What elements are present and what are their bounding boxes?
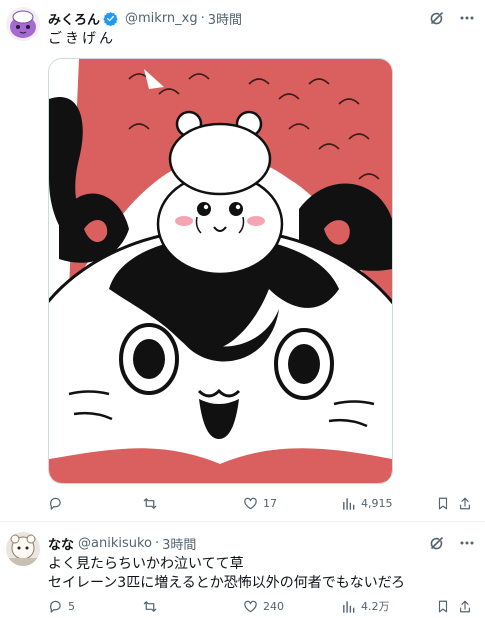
more-icon[interactable] [459,535,475,551]
tweet-image[interactable] [48,58,393,484]
like-icon [244,600,257,612]
tweet[interactable]: みくろん @mikrn_xg · 3時間 ごきげん 17 4,915 [0,0,485,521]
tweet-text-line: セイレーン3匹に増えるとか恐怖以外の何者でもないだろ [48,575,405,591]
views-button[interactable]: 4,915 [341,493,393,513]
reply-icon [50,600,61,613]
share-icon [460,497,470,509]
repost-button[interactable] [142,596,163,616]
bookmark-icon [438,497,448,509]
like-count: 17 [263,496,277,510]
tweet-header: なな @anikisuko · 3時間 [48,534,196,553]
action-bar: 5 240 4.2万 [48,596,470,616]
share-icon [460,600,470,612]
like-button[interactable]: 17 [243,493,277,513]
avatar[interactable] [6,7,40,41]
like-count: 240 [263,599,284,613]
action-bar: 17 4,915 [48,493,470,513]
tweet[interactable]: なな @anikisuko · 3時間 よく見たらちいかわ泣いてて草 セイレーン… [0,521,485,618]
view-count: 4.2万 [361,600,390,613]
reply-count: 5 [68,599,75,613]
bookmark-button[interactable] [436,493,450,513]
repost-button[interactable] [142,493,163,513]
grok-icon[interactable] [429,10,445,26]
tweet-text: よく見たらちいかわ泣いてて草 セイレーン3匹に増えるとか恐怖以外の何者でもないだ… [48,555,405,593]
tweet-top-actions [429,10,475,26]
handle[interactable]: @anikisuko [78,536,152,551]
bookmark-button[interactable] [436,596,450,616]
tweet-text: ごきげん [48,31,116,47]
handle[interactable]: @mikrn_xg [125,11,198,26]
tweet-text-line: よく見たらちいかわ泣いてて草 [48,556,244,572]
view-count: 4,915 [361,496,393,510]
tweet-header: みくろん @mikrn_xg · 3時間 [48,9,242,28]
bookmark-icon [438,600,448,612]
share-button[interactable] [458,596,472,616]
repost-icon [143,600,157,612]
separator: · [200,10,205,26]
reply-button[interactable]: 5 [48,596,75,616]
repost-icon [143,497,157,509]
avatar[interactable] [6,532,40,566]
like-button[interactable]: 240 [243,596,284,616]
views-icon [343,497,355,510]
display-name[interactable]: みくろん [48,9,100,28]
grok-icon[interactable] [429,535,445,551]
share-button[interactable] [458,493,472,513]
like-icon [244,497,257,509]
views-button[interactable]: 4.2万 [341,596,390,616]
timestamp[interactable]: 3時間 [208,9,242,28]
timestamp[interactable]: 3時間 [162,534,196,553]
tweet-top-actions [429,535,475,551]
display-name[interactable]: なな [48,534,74,553]
verified-badge-icon [103,11,118,26]
more-icon[interactable] [459,10,475,26]
views-icon [343,600,355,613]
separator: · [155,535,160,551]
reply-button[interactable] [48,493,68,513]
reply-icon [50,497,61,510]
